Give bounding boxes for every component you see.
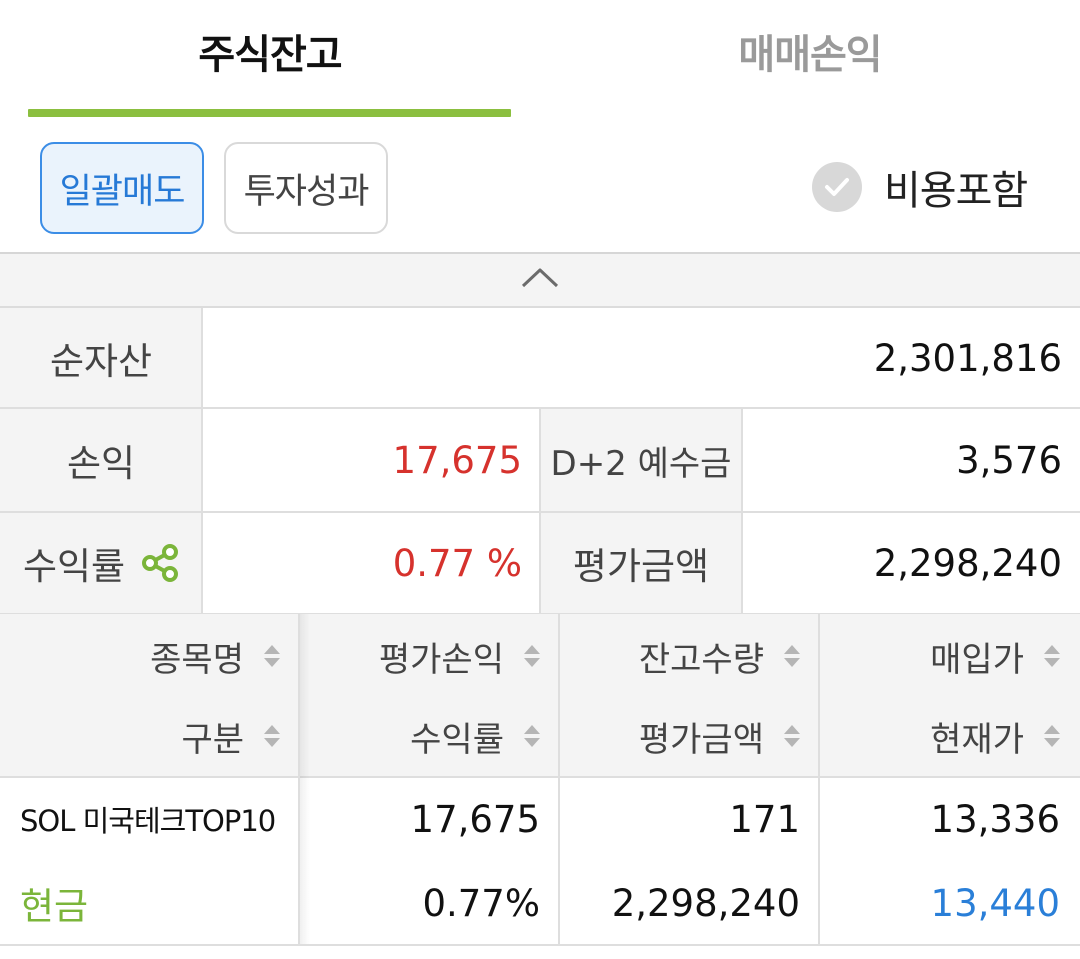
sort-header-return-rate[interactable]: 수익률 — [300, 696, 542, 776]
header-label: 평가금액 — [638, 719, 764, 760]
tab-trading-pnl[interactable]: 매매손익 — [540, 0, 1080, 118]
divider — [818, 614, 820, 944]
divider — [539, 408, 541, 614]
sort-arrows-icon[interactable] — [522, 725, 542, 747]
collapse-summary-bar[interactable] — [0, 252, 1080, 308]
divider — [0, 776, 1080, 778]
pnl-label: 손익 — [0, 408, 202, 512]
sort-arrows-icon[interactable] — [782, 645, 802, 667]
return-rate-label-cell: 수익률 — [0, 512, 202, 614]
sort-header-current-price[interactable]: 현재가 — [820, 696, 1062, 776]
header-label: 잔고수량 — [638, 639, 764, 680]
tab-bar: 주식잔고 매매손익 — [0, 0, 1080, 118]
bulk-sell-button[interactable]: 일괄매도 — [40, 142, 204, 234]
header-label: 현재가 — [930, 719, 1024, 760]
sort-header-purchase-price[interactable]: 매입가 — [820, 616, 1062, 696]
divider — [741, 408, 743, 614]
check-icon[interactable] — [812, 162, 862, 212]
eval-amount-value: 2,298,240 — [742, 512, 1080, 614]
d2-deposit-label: D+2 예수금 — [540, 408, 742, 512]
tab-stock-balance[interactable]: 주식잔고 — [0, 0, 540, 118]
holdings-header: 종목명 구분 평가손익 수익률 잔고수량 평가금액 매입가 현재가 — [0, 614, 1080, 776]
quantity-value: 171 — [729, 797, 800, 841]
return-rate-label: 수익률 — [22, 545, 126, 588]
divider — [201, 308, 203, 614]
header-label: 수익률 — [410, 719, 504, 760]
net-assets-label: 순자산 — [0, 308, 202, 408]
return-rate-cell: 0.77% — [422, 881, 540, 925]
d2-deposit-value: 3,576 — [742, 408, 1080, 512]
return-rate-value: 0.77 % — [202, 512, 540, 614]
sort-arrows-icon[interactable] — [1042, 725, 1062, 747]
chevron-up-icon[interactable] — [520, 267, 560, 293]
sort-arrows-icon[interactable] — [1042, 645, 1062, 667]
header-label: 평가손익 — [378, 639, 504, 680]
header-label: 종목명 — [150, 639, 244, 680]
share-icon[interactable] — [141, 543, 179, 583]
sort-arrows-icon[interactable] — [262, 645, 282, 667]
investment-performance-button[interactable]: 투자성과 — [224, 142, 388, 234]
stock-name[interactable]: SOL 미국테크TOP10 — [20, 778, 298, 860]
pnl-value: 17,675 — [202, 408, 540, 512]
stock-category: 현금 — [20, 885, 89, 928]
include-fees-toggle[interactable]: 비용포함 — [812, 160, 1028, 214]
include-fees-label: 비용포함 — [884, 168, 1028, 214]
current-price-value: 13,440 — [930, 881, 1060, 925]
header-label: 구분 — [181, 719, 244, 760]
sort-arrows-icon[interactable] — [262, 725, 282, 747]
sort-header-quantity[interactable]: 잔고수량 — [560, 616, 802, 696]
header-label: 매입가 — [930, 639, 1024, 680]
sort-header-category[interactable]: 구분 — [0, 696, 282, 776]
sort-header-name[interactable]: 종목명 — [0, 616, 282, 696]
net-assets-value: 2,301,816 — [202, 308, 1080, 408]
frozen-column-shadow — [300, 614, 310, 944]
divider — [0, 944, 1080, 946]
eval-amount-cell: 2,298,240 — [611, 881, 800, 925]
sort-header-eval-amount[interactable]: 평가금액 — [560, 696, 802, 776]
sort-arrows-icon[interactable] — [522, 645, 542, 667]
eval-amount-label: 평가금액 — [540, 512, 742, 614]
sort-arrows-icon[interactable] — [782, 725, 802, 747]
sort-header-eval-pnl[interactable]: 평가손익 — [300, 616, 542, 696]
active-tab-indicator — [28, 109, 511, 117]
eval-pnl-value: 17,675 — [410, 797, 540, 841]
purchase-price-value: 13,336 — [930, 797, 1060, 841]
divider — [558, 614, 560, 944]
